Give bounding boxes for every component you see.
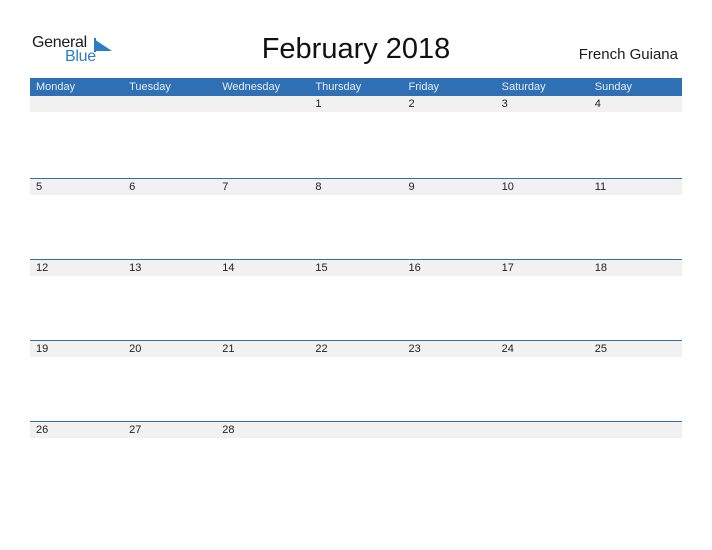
week-row-1: 1 2 3 4: [30, 96, 682, 178]
country-label: French Guiana: [578, 46, 678, 63]
day-cell: 27: [129, 424, 142, 436]
weekday-wednesday: Wednesday: [222, 81, 281, 93]
weekday-header: Monday Tuesday Wednesday Thursday Friday…: [30, 78, 682, 96]
week-row-2: 5 6 7 8 9 10 11: [30, 178, 682, 259]
day-cell: 15: [315, 262, 328, 274]
day-cell: 2: [408, 98, 415, 110]
day-cell: 6: [129, 181, 136, 193]
day-cell: 20: [129, 343, 142, 355]
day-cell: 14: [222, 262, 235, 274]
day-cell: [403, 422, 496, 438]
day-cell: [496, 422, 589, 438]
day-cell: 11: [594, 181, 607, 193]
day-cell: 26: [36, 424, 49, 436]
day-cell: [216, 96, 309, 112]
day-cell: 10: [501, 181, 514, 193]
weekday-friday: Friday: [408, 81, 440, 93]
day-cell: 18: [594, 262, 607, 274]
day-cell: 3: [501, 98, 508, 110]
day-cell: [123, 96, 216, 112]
calendar-grid: Monday Tuesday Wednesday Thursday Friday…: [30, 78, 682, 502]
weekday-thursday: Thursday: [315, 81, 362, 93]
weekday-monday: Monday: [36, 81, 76, 93]
day-cell: 13: [129, 262, 142, 274]
day-cell: 25: [594, 343, 607, 355]
weekday-sunday: Sunday: [594, 81, 633, 93]
day-cell: 5: [36, 181, 43, 193]
day-cell: [589, 422, 682, 438]
day-cell: 7: [222, 181, 229, 193]
week-row-5: 26 27 28: [30, 421, 682, 502]
day-cell: 1: [315, 98, 322, 110]
day-cell: 28: [222, 424, 235, 436]
day-cell: 16: [408, 262, 421, 274]
day-cell: 22: [315, 343, 328, 355]
day-cell: 24: [501, 343, 514, 355]
day-cell: 9: [408, 181, 415, 193]
day-cell: [309, 422, 402, 438]
day-cell: [30, 96, 123, 112]
week-row-3: 12 13 14 15 16 17 18: [30, 259, 682, 340]
day-cell: 4: [594, 98, 601, 110]
day-cell: 21: [222, 343, 235, 355]
weekday-tuesday: Tuesday: [129, 81, 171, 93]
day-cell: 23: [408, 343, 421, 355]
week-row-4: 19 20 21 22 23 24 25: [30, 340, 682, 421]
day-cell: 19: [36, 343, 49, 355]
day-cell: 17: [501, 262, 514, 274]
day-cell: 8: [315, 181, 322, 193]
weekday-saturday: Saturday: [501, 81, 546, 93]
day-cell: 12: [36, 262, 49, 274]
